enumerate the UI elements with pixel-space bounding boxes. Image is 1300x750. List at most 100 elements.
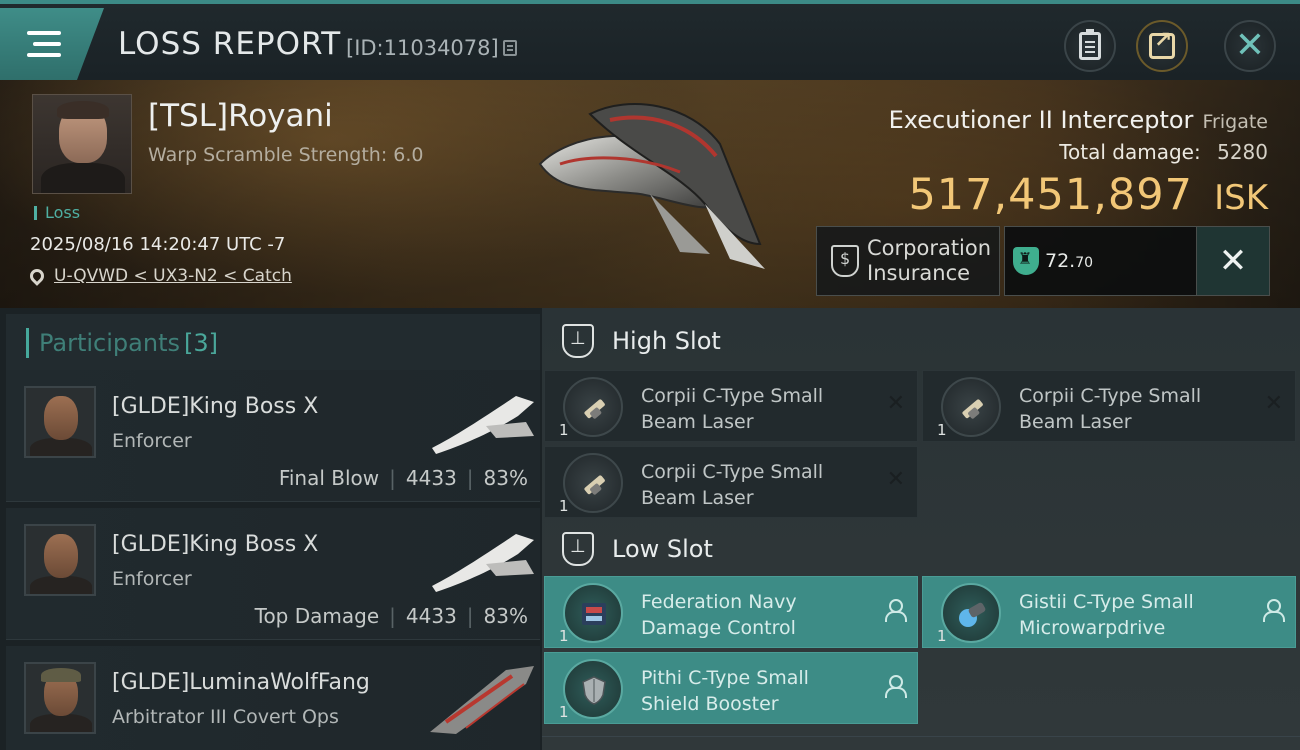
participant-ship-image <box>432 396 534 454</box>
participant-row[interactable]: [GLDE]LuminaWolfFang Arbitrator III Cove… <box>6 646 540 750</box>
insurance-label-line1: Corporation <box>867 236 992 260</box>
security-value-decimal: 70 <box>1075 255 1094 271</box>
module-item[interactable]: 1 Corpii C-Type Small Beam Laser ✕ <box>544 446 918 518</box>
total-damage-label: Total damage: <box>1059 140 1201 164</box>
module-name-line1: Corpii C-Type Small <box>641 461 824 483</box>
module-thumb <box>563 583 623 643</box>
close-button[interactable]: ✕ <box>1224 20 1276 72</box>
pilot-icon <box>885 675 907 698</box>
fitting-panel: High Slot 1 Corpii C-Type Small Beam Las… <box>542 308 1300 750</box>
participant-ship-image <box>430 666 534 734</box>
module-name-line2: Beam Laser <box>641 487 754 509</box>
module-quantity: 1 <box>937 421 947 439</box>
security-shield-icon <box>1013 247 1039 275</box>
module-item[interactable]: 1 Corpii C-Type Small Beam Laser ✕ <box>922 370 1296 442</box>
module-name-line2: Damage Control <box>641 617 796 639</box>
share-button[interactable] <box>1136 20 1188 72</box>
high-slot-icon <box>562 324 594 358</box>
avatar[interactable] <box>24 386 96 458</box>
location-link[interactable]: U-QVWD < UX3-N2 < Catch <box>54 266 292 286</box>
security-value: 72.70 <box>1045 250 1093 272</box>
menu-icon <box>27 31 61 57</box>
participant-ship: Enforcer <box>112 568 192 590</box>
module-thumb <box>563 453 623 513</box>
wrench-icon: ✕ <box>1218 241 1248 281</box>
next-slot-section <box>542 736 1300 750</box>
participant-name: [GLDE]LuminaWolfFang <box>112 670 370 695</box>
module-quantity: 1 <box>559 497 569 515</box>
module-name-line1: Gistii C-Type Small <box>1019 591 1194 613</box>
module-name-line2: Beam Laser <box>641 411 754 433</box>
module-name-line1: Pithi C-Type Small <box>641 667 809 689</box>
avatar[interactable] <box>24 662 96 734</box>
module-quantity: 1 <box>937 627 947 645</box>
participant-role: Top Damage <box>254 604 380 628</box>
participants-header: Participants [3] <box>6 314 540 372</box>
module-name-line2: Shield Booster <box>641 693 779 715</box>
high-slot-label: High Slot <box>612 327 721 355</box>
participant-name: [GLDE]King Boss X <box>112 394 319 419</box>
report-id: [ID:11034078] <box>346 36 517 60</box>
module-item[interactable]: 1 Gistii C-Type Small Microwarpdrive <box>922 576 1296 648</box>
module-item[interactable]: 1 Pithi C-Type Small Shield Booster <box>544 652 918 724</box>
close-icon: ✕ <box>1234 25 1266 66</box>
module-name: Corpii C-Type Small Beam Laser <box>641 383 871 435</box>
participant-ship: Enforcer <box>112 430 192 452</box>
isk-amount: 517,451,897 <box>908 170 1193 220</box>
loss-tag: Loss <box>34 205 80 221</box>
menu-button[interactable] <box>0 8 104 80</box>
page-title: LOSS REPORT <box>118 26 342 62</box>
victim-name[interactable]: [TSL]Royani <box>148 98 333 134</box>
participant-percent: 83% <box>483 604 528 628</box>
pilot-icon <box>1263 599 1285 622</box>
module-name-line2: Beam Laser <box>1019 411 1132 433</box>
report-id-text: [ID:11034078] <box>346 36 499 60</box>
total-damage: Total damage: 5280 <box>1059 140 1268 164</box>
module-name-line1: Corpii C-Type Small <box>641 385 824 407</box>
participants-count: [3] <box>183 329 218 357</box>
module-name-line1: Federation Navy <box>641 591 797 613</box>
participant-stats: Top Damage | 4433 | 83% <box>254 604 528 628</box>
module-item[interactable]: 1 Corpii C-Type Small Beam Laser ✕ <box>544 370 918 442</box>
participant-role: Final Blow <box>278 466 380 490</box>
module-thumb <box>941 583 1001 643</box>
copy-icon[interactable] <box>502 40 517 56</box>
participants-panel: Participants [3] [GLDE]King Boss X Enfor… <box>0 308 542 750</box>
participant-damage: 4433 <box>405 466 457 490</box>
module-quantity: 1 <box>559 703 569 721</box>
security-status-box: 72.70 <box>1004 226 1198 296</box>
isk-unit: ISK <box>1214 178 1268 218</box>
warp-scramble-strength: Warp Scramble Strength: 6.0 <box>148 144 424 166</box>
ship-name-line: Executioner II Interceptor Frigate <box>889 106 1268 134</box>
module-quantity: 1 <box>559 627 569 645</box>
module-thumb <box>941 377 1001 437</box>
participant-row[interactable]: [GLDE]King Boss X Enforcer Top Damage | 44… <box>6 508 540 640</box>
victim-portrait[interactable] <box>32 94 132 194</box>
destroyed-icon: ✕ <box>1264 391 1283 416</box>
fitting-button[interactable]: ✕ <box>1196 226 1270 296</box>
participant-name: [GLDE]King Boss X <box>112 532 319 557</box>
module-name: Corpii C-Type Small Beam Laser <box>641 459 871 511</box>
module-name-line1: Corpii C-Type Small <box>1019 385 1202 407</box>
clipboard-icon <box>1079 29 1101 60</box>
participant-ship-image <box>432 534 534 592</box>
module-name: Pithi C-Type Small Shield Booster <box>641 665 871 717</box>
total-damage-value: 5280 <box>1217 140 1268 164</box>
participants-bar <box>26 328 29 358</box>
participant-row[interactable]: [GLDE]King Boss X Enforcer Final Blow | 44… <box>6 370 540 502</box>
loss-location[interactable]: U-QVWD < UX3-N2 < Catch <box>27 266 292 286</box>
corporation-insurance-button[interactable]: Corporation Insurance <box>816 226 1000 296</box>
ship-image <box>538 103 765 269</box>
participant-percent: 83% <box>483 466 528 490</box>
module-name: Gistii C-Type Small Microwarpdrive <box>1019 589 1249 641</box>
module-quantity: 1 <box>559 421 569 439</box>
ship-class: Frigate <box>1202 111 1268 133</box>
high-slot-header: High Slot <box>542 312 1300 370</box>
low-slot-header: Low Slot <box>542 520 1300 578</box>
avatar[interactable] <box>24 524 96 596</box>
module-thumb <box>563 659 623 719</box>
share-icon <box>1149 28 1175 59</box>
module-item[interactable]: 1 Federation Navy Damage Control <box>544 576 918 648</box>
clipboard-button[interactable] <box>1064 20 1116 72</box>
ship-name[interactable]: Executioner II Interceptor <box>889 106 1194 134</box>
